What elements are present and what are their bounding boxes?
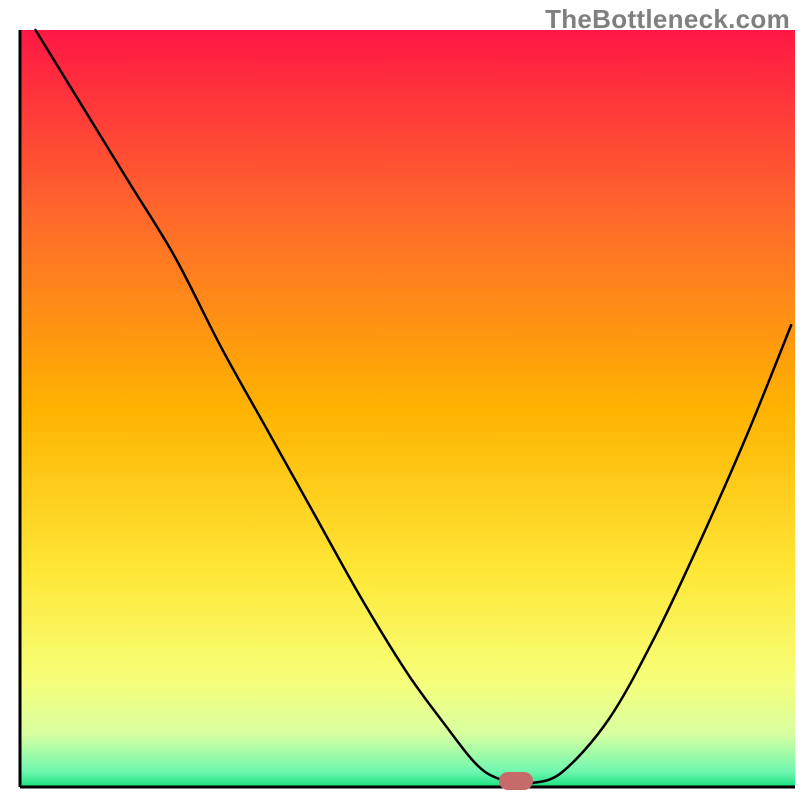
watermark-text: TheBottleneck.com [545,4,790,35]
bottleneck-chart: TheBottleneck.com [0,0,800,800]
optimal-point-marker [499,772,533,790]
chart-svg [0,0,800,800]
